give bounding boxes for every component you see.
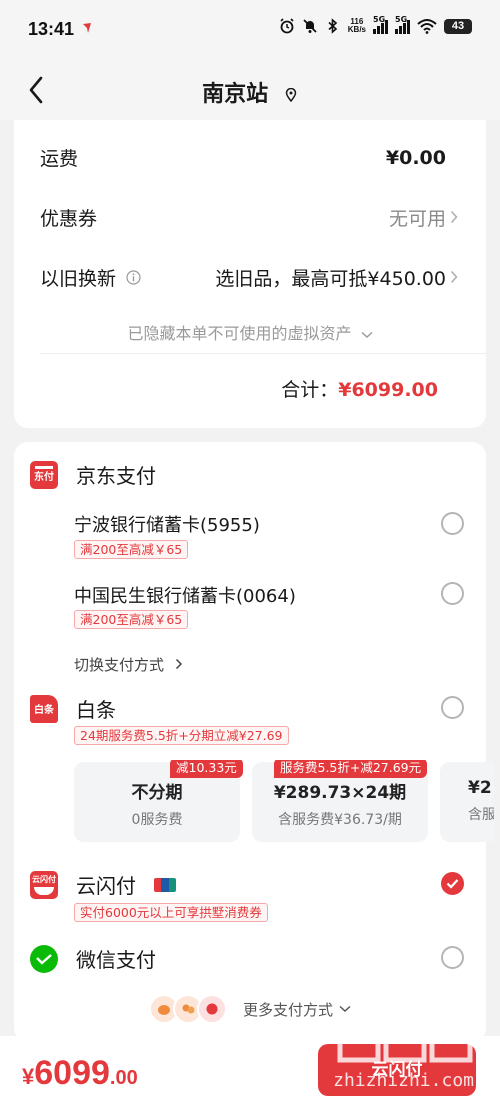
battery-indicator: 43 <box>444 18 472 34</box>
checkmark-icon <box>446 879 459 889</box>
more-payment-methods[interactable]: 更多支付方式 <box>14 994 486 1024</box>
yunshanfu-header[interactable]: 云闪付 云闪付 <box>30 870 176 899</box>
payment-methods-card: 东付 京东支付 宁波银行储蓄卡(5955) 满200至高减￥65 中国民生银行储… <box>14 442 494 1042</box>
net-speed-unit: KB/s <box>347 25 366 34</box>
net-speed: 116 KB/s <box>348 18 366 34</box>
signal-label: 5G <box>373 15 386 24</box>
divider <box>40 353 486 354</box>
total-amount: ¥6099.00 <box>338 379 438 401</box>
tradein-value: 选旧品，最高可抵¥450.00 <box>215 268 446 290</box>
price-decimal: .00 <box>109 1067 138 1089</box>
hidden-assets-toggle[interactable]: 已隐藏本单不可使用的虚拟资产 <box>14 320 486 344</box>
installment-option-partial[interactable]: ¥2 含服 <box>440 762 494 842</box>
jd-pay-logo-text: 东付 <box>34 472 54 483</box>
shipping-label: 运费 <box>40 148 79 170</box>
total-label: 合计： <box>281 379 339 401</box>
chevron-right-icon <box>450 210 458 224</box>
installment-tag: 服务费5.5折+减27.69元 <box>274 760 428 778</box>
bank-card-2[interactable]: 中国民生银行储蓄卡(0064) <box>74 582 296 608</box>
baitiao-header[interactable]: 白条 白条 <box>30 694 116 723</box>
wechat-pay-logo-icon <box>30 944 58 973</box>
page-title[interactable]: 南京站 <box>0 76 500 108</box>
info-icon[interactable] <box>126 270 141 285</box>
coupon-label: 优惠券 <box>40 208 98 230</box>
installment-sub: 含服 <box>468 807 494 823</box>
baitiao-logo-icon: 白条 <box>30 694 58 723</box>
installment-sub: 含服务费¥36.73/期 <box>278 812 402 828</box>
baitiao-label: 白条 <box>76 698 116 722</box>
chevron-right-icon <box>450 270 458 284</box>
status-time: 13:41 <box>28 19 75 39</box>
coupon-row[interactable]: 优惠券 无可用 <box>40 204 446 231</box>
yunshanfu-logo-text: 云闪付 <box>32 875 56 884</box>
bank-card-2-promo: 满200至高减￥65 <box>74 610 189 629</box>
shipping-row: 运费 ¥0.00 <box>40 144 446 171</box>
signal-label: 5G <box>395 15 408 24</box>
location-pin-icon <box>285 88 297 102</box>
shipping-value: ¥0.00 <box>385 146 446 169</box>
signal-5g-1: 5G <box>373 15 388 34</box>
price-currency: ¥ <box>22 1064 35 1089</box>
bank-card-1-promo: 满200至高减￥65 <box>74 540 189 559</box>
signal-5g-2: 5G <box>395 15 410 34</box>
baitiao-radio[interactable] <box>441 696 464 719</box>
jd-pay-header[interactable]: 东付 京东支付 <box>30 460 156 489</box>
chevron-down-icon <box>361 331 373 339</box>
wechat-pay-header[interactable]: 微信支付 <box>30 944 156 973</box>
status-icons: 116 KB/s 5G 5G 43 <box>279 15 472 34</box>
hidden-assets-text: 已隐藏本单不可使用的虚拟资产 <box>127 324 352 343</box>
wifi-icon <box>417 19 437 34</box>
bottom-price: ¥6099.00 <box>22 1054 138 1093</box>
wechat-pay-label: 微信支付 <box>76 948 156 972</box>
yunshanfu-label: 云闪付 <box>76 874 136 898</box>
installment-main: ¥2 <box>468 778 492 798</box>
more-payment-text: 更多支付方式 <box>242 1000 333 1019</box>
switch-payment-link[interactable]: 切换支付方式 <box>74 654 183 675</box>
switch-payment-text: 切换支付方式 <box>74 656 165 674</box>
baitiao-logo-text: 白条 <box>34 705 54 716</box>
yunshanfu-promo: 实付6000元以上可享拱墅消费券 <box>74 903 268 922</box>
chevron-right-icon <box>175 658 182 670</box>
mute-bell-icon <box>303 19 317 33</box>
status-bar: 13:41 116 KB/s 5G 5G 43 <box>0 0 500 60</box>
installment-tag: 减10.33元 <box>170 760 243 778</box>
jd-pay-label: 京东支付 <box>76 464 156 488</box>
nav-bar: 南京站 <box>0 60 500 120</box>
payment-icon-3 <box>196 994 227 1024</box>
bluetooth-icon <box>328 18 337 34</box>
watermark-text: zhizhizhi.com <box>333 1070 474 1091</box>
installment-main: ¥289.73×24期 <box>273 783 407 803</box>
baitiao-promo: 24期服务费5.5折+分期立减¥27.69 <box>74 726 289 745</box>
tradein-label: 以旧换新 <box>40 268 117 290</box>
installment-options: 不分期 0服务费 减10.33元 ¥289.73×24期 含服务费¥36.73/… <box>74 760 494 842</box>
order-total: 合计：¥6099.00 <box>281 375 438 402</box>
price-integer: 6099 <box>34 1054 110 1092</box>
bank-card-1[interactable]: 宁波银行储蓄卡(5955) <box>74 511 260 537</box>
unionpay-icon <box>154 877 176 892</box>
installment-sub: 0服务费 <box>131 812 183 828</box>
alarm-icon <box>280 18 294 34</box>
page-title-text: 南京站 <box>202 82 269 107</box>
bank-card-2-radio[interactable] <box>441 582 464 605</box>
coupon-value: 无可用 <box>388 208 446 230</box>
jd-pay-logo-icon: 东付 <box>30 460 58 489</box>
yunshanfu-logo-icon: 云闪付 <box>30 870 58 899</box>
yunshanfu-radio-checked[interactable] <box>441 872 464 895</box>
bank-card-1-radio[interactable] <box>441 512 464 535</box>
wechat-pay-radio[interactable] <box>441 946 464 969</box>
order-summary-card: 运费 ¥0.00 优惠券 无可用 以旧换新 选旧品，最高可抵¥450.00 已隐… <box>14 120 486 428</box>
installment-main: 不分期 <box>131 783 183 803</box>
location-arrow-icon <box>83 23 91 33</box>
tradein-row[interactable]: 以旧换新 选旧品，最高可抵¥450.00 <box>40 264 446 291</box>
chevron-down-icon <box>339 1005 351 1013</box>
